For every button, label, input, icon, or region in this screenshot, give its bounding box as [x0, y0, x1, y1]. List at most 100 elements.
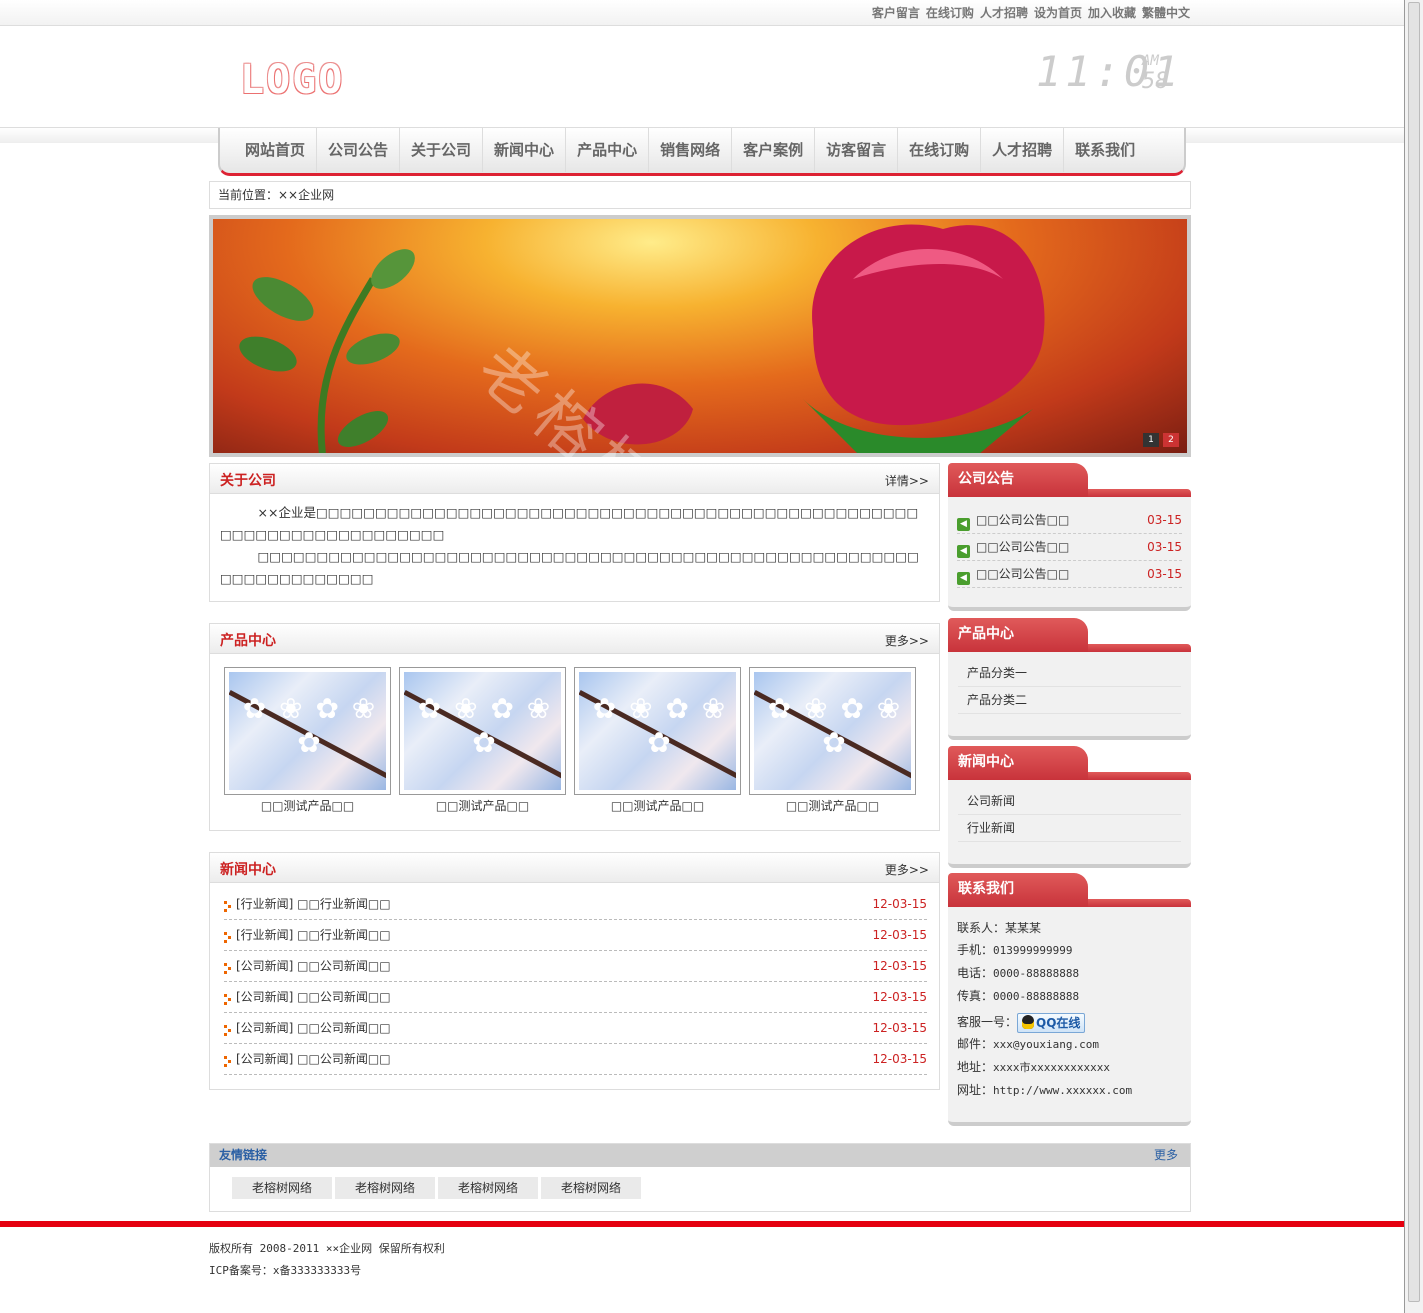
news-row-title[interactable]: [公司新闻] □□公司新闻□□ [236, 1052, 391, 1066]
contact-mobile: 手机：013999999999 [957, 939, 1182, 962]
product-image[interactable] [749, 667, 916, 795]
notice-row[interactable]: ◀ □□公司公告□□ 03-15 [957, 561, 1182, 588]
notice-row-title[interactable]: □□公司公告□□ [976, 567, 1069, 581]
about-more-link[interactable]: 详情>> [885, 472, 929, 489]
products-title: 产品中心 [220, 633, 276, 649]
news-title: 新闻中心 [220, 862, 276, 878]
top-link-order[interactable]: 在线订购 [926, 6, 974, 20]
news-row[interactable]: [公司新闻] □□公司新闻□□ 12-03-15 [224, 951, 927, 982]
product-item[interactable]: □□测试产品□□ [399, 667, 566, 814]
product-category-item[interactable]: 产品分类二 [958, 687, 1181, 714]
banner-image [239, 224, 1045, 453]
product-name[interactable]: □□测试产品□□ [574, 797, 741, 814]
nav-item-jobs[interactable]: 人才招聘 [981, 128, 1065, 172]
news-category-item[interactable]: 行业新闻 [958, 815, 1181, 842]
banner[interactable]: 1 2 [209, 215, 1191, 457]
nav-item-notice[interactable]: 公司公告 [317, 128, 401, 172]
top-link-jobs[interactable]: 人才招聘 [980, 6, 1028, 20]
product-name[interactable]: □□测试产品□□ [224, 797, 391, 814]
products-header: 产品中心 更多>> [210, 624, 939, 654]
about-section: 关于公司 详情>> ××企业是□□□□□□□□□□□□□□□□□□□□□□□□□… [209, 463, 940, 602]
nav-item-contact[interactable]: 联系我们 [1064, 128, 1146, 172]
sidebar-notice: 公司公告 ◀ □□公司公告□□ 03-15 ◀ □□公司公告□□ 03-15 ◀ □□公司… [948, 463, 1191, 611]
top-bar: 客户留言 在线订购 人才招聘 设为首页 加入收藏 繁體中文 [0, 0, 1404, 26]
top-link-traditional-chinese[interactable]: 繁體中文 [1142, 6, 1190, 20]
friend-link[interactable]: 老榕树网络 [335, 1177, 435, 1199]
nav-item-home[interactable]: 网站首页 [234, 128, 318, 172]
news-row[interactable]: [公司新闻] □□公司新闻□□ 12-03-15 [224, 1013, 927, 1044]
news-row-date: 12-03-15 [872, 897, 927, 911]
speaker-icon: ◀ [957, 518, 970, 531]
contact-phone-label: 电话： [957, 966, 994, 980]
product-name[interactable]: □□测试产品□□ [399, 797, 566, 814]
qq-penguin-icon [1022, 1014, 1035, 1029]
sidebar-contact: 联系我们 联系人：某某某 手机：013999999999 电话：0000-888… [948, 873, 1191, 1126]
product-category-item[interactable]: 产品分类一 [958, 660, 1181, 687]
notice-row[interactable]: ◀ □□公司公告□□ 03-15 [957, 534, 1182, 561]
news-row-title[interactable]: [行业新闻] □□行业新闻□□ [236, 928, 391, 942]
breadcrumb: 当前位置：××企业网 [209, 181, 1191, 209]
friend-link[interactable]: 老榕树网络 [438, 1177, 538, 1199]
news-row[interactable]: [公司新闻] □□公司新闻□□ 12-03-15 [224, 1044, 927, 1075]
sidebar-products-header: 产品中心 [948, 618, 1191, 652]
product-item[interactable]: □□测试产品□□ [574, 667, 741, 814]
about-header: 关于公司 详情>> [210, 464, 939, 494]
banner-dot-2[interactable]: 2 [1163, 433, 1179, 447]
nav-item-guestbook[interactable]: 访客留言 [815, 128, 899, 172]
friend-links-more[interactable]: 更多 [1154, 1144, 1178, 1167]
friend-link[interactable]: 老榕树网络 [232, 1177, 332, 1199]
nav-item-about[interactable]: 关于公司 [400, 128, 484, 172]
nav-item-order[interactable]: 在线订购 [898, 128, 982, 172]
news-more-link[interactable]: 更多>> [885, 861, 929, 878]
product-image[interactable] [574, 667, 741, 795]
product-item[interactable]: □□测试产品□□ [224, 667, 391, 814]
product-name[interactable]: □□测试产品□□ [749, 797, 916, 814]
news-category-list: 公司新闻 行业新闻 [948, 780, 1191, 842]
friend-link[interactable]: 老榕树网络 [541, 1177, 641, 1199]
news-row-date: 12-03-15 [872, 928, 927, 942]
contact-address-value: xxxx市xxxxxxxxxxxx [993, 1061, 1110, 1074]
news-header: 新闻中心 更多>> [210, 853, 939, 883]
top-link-favorite[interactable]: 加入收藏 [1088, 6, 1136, 20]
notice-row[interactable]: ◀ □□公司公告□□ 03-15 [957, 507, 1182, 534]
footer-copyright: 版权所有 2008-2011 ××企业网 保留所有权利 [209, 1242, 445, 1255]
product-image[interactable] [224, 667, 391, 795]
nav-item-cases[interactable]: 客户案例 [732, 128, 816, 172]
news-row-title[interactable]: [公司新闻] □□公司新闻□□ [236, 1021, 391, 1035]
nav-item-sales[interactable]: 销售网络 [649, 128, 733, 172]
speaker-icon: ◀ [957, 545, 970, 558]
clock-ampm: AM [1142, 53, 1159, 69]
product-image[interactable] [399, 667, 566, 795]
product-item[interactable]: □□测试产品□□ [749, 667, 916, 814]
scrollbar-thumb[interactable] [1408, 2, 1420, 1302]
news-row[interactable]: [行业新闻] □□行业新闻□□ 12-03-15 [224, 889, 927, 920]
nav-item-products[interactable]: 产品中心 [566, 128, 650, 172]
contact-email: 邮件：xxx@youxiang.com [957, 1033, 1182, 1056]
friend-links-header: 友情链接 更多 [210, 1144, 1190, 1167]
notice-row-date: 03-15 [1147, 513, 1182, 527]
footer: 版权所有 2008-2011 ××企业网 保留所有权利 ICP备案号：x备333… [209, 1238, 445, 1282]
sidebar-contact-title: 联系我们 [948, 873, 1088, 907]
vertical-scrollbar[interactable] [1404, 0, 1423, 1313]
banner-dot-1[interactable]: 1 [1143, 433, 1159, 447]
nav-item-news[interactable]: 新闻中心 [483, 128, 567, 172]
qq-online-button[interactable]: QQ在线 [1017, 1012, 1086, 1033]
contact-fax-value: 0000-88888888 [993, 990, 1080, 1003]
top-link-message[interactable]: 客户留言 [872, 6, 920, 20]
logo[interactable]: LOGO [240, 57, 344, 103]
news-category-item[interactable]: 公司新闻 [958, 788, 1181, 815]
news-row-title[interactable]: [公司新闻] □□公司新闻□□ [236, 959, 391, 973]
news-row-title[interactable]: [行业新闻] □□行业新闻□□ [236, 897, 391, 911]
news-row-title[interactable]: [公司新闻] □□公司新闻□□ [236, 990, 391, 1004]
contact-email-value[interactable]: xxx@youxiang.com [993, 1038, 1099, 1051]
notice-row-title[interactable]: □□公司公告□□ [976, 513, 1069, 527]
footer-divider [0, 1221, 1404, 1227]
page: 客户留言 在线订购 人才招聘 设为首页 加入收藏 繁體中文 LOGO 11:01 AM 5… [0, 0, 1404, 1313]
products-more-link[interactable]: 更多>> [885, 632, 929, 649]
notice-row-title[interactable]: □□公司公告□□ [976, 540, 1069, 554]
top-link-set-home[interactable]: 设为首页 [1034, 6, 1082, 20]
about-title: 关于公司 [220, 473, 276, 489]
news-row[interactable]: [公司新闻] □□公司新闻□□ 12-03-15 [224, 982, 927, 1013]
contact-website-value[interactable]: http://www.xxxxxx.com [993, 1084, 1132, 1097]
news-row[interactable]: [行业新闻] □□行业新闻□□ 12-03-15 [224, 920, 927, 951]
